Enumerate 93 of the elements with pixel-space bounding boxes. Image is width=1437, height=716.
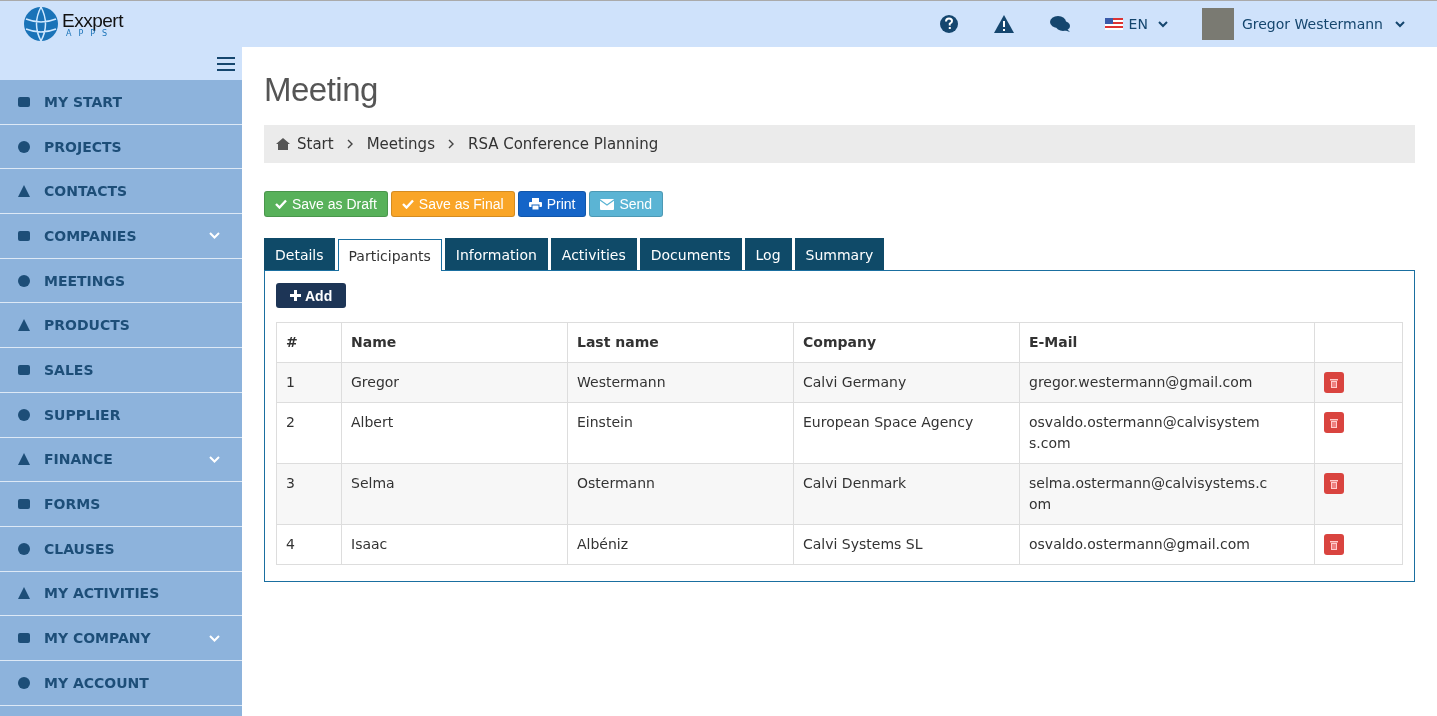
envelope-icon bbox=[600, 198, 615, 210]
table-cell: Westermann bbox=[567, 362, 794, 403]
action-button[interactable]: Save as Draft bbox=[264, 191, 388, 217]
trash-icon bbox=[1330, 417, 1338, 428]
table-cell: 2 bbox=[276, 402, 342, 464]
sidebar-item[interactable]: MY ACCOUNT bbox=[0, 660, 242, 706]
tab[interactable]: Log bbox=[744, 238, 792, 270]
add-button[interactable]: Add bbox=[276, 283, 347, 308]
table-cell: selma.ostermann@calvisystems.com bbox=[1019, 463, 1315, 525]
delete-button[interactable] bbox=[1324, 412, 1344, 433]
check-icon bbox=[275, 199, 287, 209]
menu-item-icon bbox=[16, 451, 32, 468]
language-selector[interactable]: EN bbox=[1104, 16, 1168, 32]
chevron-down-icon bbox=[1157, 20, 1168, 28]
trash-icon bbox=[1330, 539, 1338, 550]
tab[interactable]: Documents bbox=[639, 238, 742, 270]
column-header: E-Mail bbox=[1019, 322, 1315, 363]
sidebar-item[interactable]: SALES bbox=[0, 348, 242, 393]
table-cell: European Space Agency bbox=[793, 402, 1020, 464]
logo-subtitle: APPS bbox=[66, 29, 115, 38]
breadcrumb-link[interactable]: Meetings bbox=[366, 135, 435, 153]
menu-item-icon bbox=[16, 272, 32, 289]
help-icon[interactable] bbox=[938, 14, 959, 34]
tab[interactable]: Participants bbox=[337, 239, 442, 271]
action-button[interactable]: Print bbox=[517, 191, 587, 217]
table-cell: osvaldo.ostermann@gmail.com bbox=[1019, 524, 1315, 565]
sidebar-item[interactable]: PRODUCTS bbox=[0, 303, 242, 349]
column-header: # bbox=[276, 322, 342, 363]
chevron-right-icon bbox=[346, 139, 354, 149]
menu-item-icon bbox=[16, 138, 32, 155]
table-cell: Albert bbox=[341, 402, 568, 464]
menu-item-icon bbox=[16, 406, 32, 423]
tab[interactable]: Information bbox=[444, 238, 548, 270]
breadcrumb-link[interactable]: Start bbox=[297, 135, 334, 153]
menu-item-icon bbox=[16, 674, 32, 691]
sidebar-item[interactable]: MY START bbox=[0, 80, 242, 125]
check-icon bbox=[401, 199, 414, 209]
sidebar-item[interactable]: MY ACTIVITIES bbox=[0, 571, 242, 617]
flag-icon bbox=[1104, 18, 1123, 30]
table-cell: Selma bbox=[341, 463, 568, 525]
sidebar-item[interactable]: FINANCE bbox=[0, 437, 242, 483]
table-cell: 3 bbox=[276, 463, 342, 525]
plus-icon bbox=[290, 290, 301, 301]
menu-item-icon bbox=[16, 183, 32, 200]
home-icon bbox=[276, 138, 290, 150]
tab[interactable]: Activities bbox=[550, 238, 637, 270]
menu-item-icon bbox=[16, 317, 32, 334]
table-cell: Calvi Systems SL bbox=[793, 524, 1020, 565]
tab[interactable]: Summary bbox=[794, 238, 885, 270]
table-cell: gregor.westermann@gmail.com bbox=[1019, 362, 1315, 403]
table-cell: osvaldo.ostermann@calvisystems.com bbox=[1019, 402, 1315, 464]
action-button[interactable]: Save as Final bbox=[390, 191, 515, 217]
page-title: Meeting bbox=[264, 71, 379, 109]
delete-button[interactable] bbox=[1324, 473, 1344, 494]
user-menu[interactable]: Gregor Westermann bbox=[1201, 8, 1405, 40]
table-cell: Isaac bbox=[341, 524, 568, 565]
sidebar-item[interactable]: COMPANIES bbox=[0, 214, 242, 259]
chevron-down-icon bbox=[1395, 20, 1405, 28]
table-cell: 4 bbox=[276, 524, 342, 565]
column-header: Name bbox=[341, 322, 568, 363]
sidebar-item[interactable]: CONTACTS bbox=[0, 169, 242, 215]
trash-icon bbox=[1330, 478, 1338, 489]
breadcrumb-link[interactable]: RSA Conference Planning bbox=[467, 135, 659, 153]
table-cell: Gregor bbox=[341, 362, 568, 403]
sidebar-item[interactable]: MY COMPANY bbox=[0, 616, 242, 661]
print-icon bbox=[528, 198, 542, 210]
logo-title: Exxpert bbox=[62, 10, 123, 30]
chevron-right-icon bbox=[447, 139, 455, 149]
avatar-photo-placeholder bbox=[1201, 8, 1234, 40]
column-header: Last name bbox=[567, 322, 794, 363]
table-cell: Einstein bbox=[567, 402, 794, 464]
table-cell: Ostermann bbox=[567, 463, 794, 525]
table-cell: Albéniz bbox=[567, 524, 794, 565]
menu-item-icon bbox=[16, 585, 32, 602]
sidebar-item[interactable]: PROJECTS bbox=[0, 124, 242, 170]
chat-icon[interactable] bbox=[1048, 15, 1071, 33]
sidebar-item[interactable]: MEETINGS bbox=[0, 258, 242, 304]
column-header: Company bbox=[793, 322, 1020, 363]
menu-icon[interactable] bbox=[217, 55, 235, 72]
sidebar-item[interactable]: CLAUSES bbox=[0, 526, 242, 572]
tab[interactable]: Details bbox=[264, 238, 335, 270]
table-cell: Calvi Germany bbox=[793, 362, 1020, 403]
warning-icon[interactable] bbox=[992, 14, 1015, 34]
action-button[interactable]: Send bbox=[589, 191, 664, 217]
sidebar-item[interactable]: FORMS bbox=[0, 482, 242, 527]
delete-button[interactable] bbox=[1324, 372, 1344, 393]
menu-item-icon bbox=[16, 540, 32, 557]
delete-button[interactable] bbox=[1324, 534, 1344, 555]
table-cell: Calvi Denmark bbox=[793, 463, 1020, 525]
trash-icon bbox=[1330, 377, 1338, 388]
globe-logo-icon bbox=[22, 5, 60, 43]
table-cell: 1 bbox=[276, 362, 342, 403]
sidebar-item[interactable]: SUPPLIER bbox=[0, 392, 242, 438]
